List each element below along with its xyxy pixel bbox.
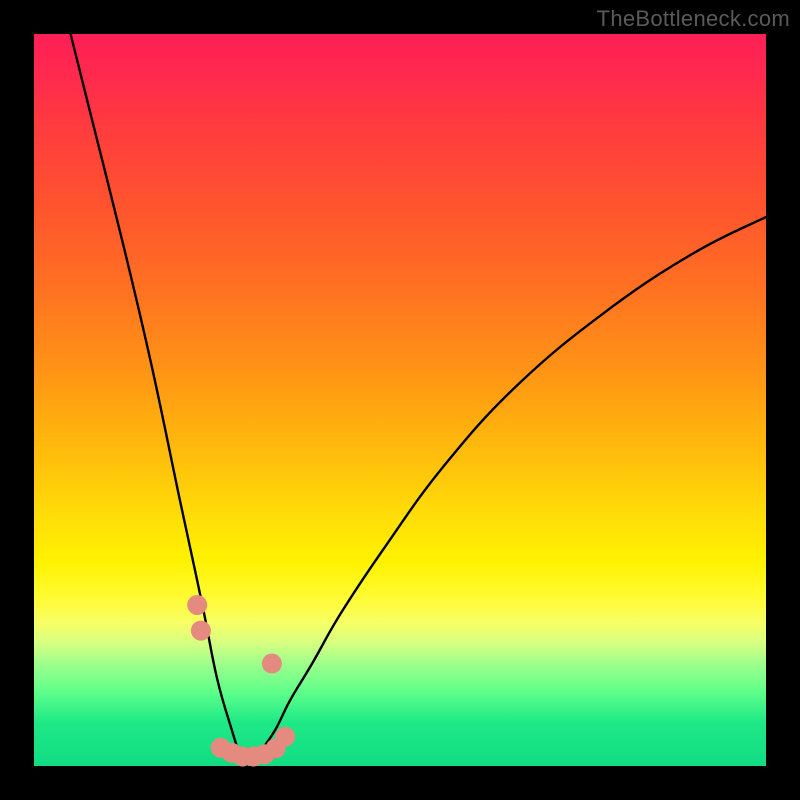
curve-layer <box>34 34 766 766</box>
highlight-marker <box>187 595 207 615</box>
chart-frame: TheBottleneck.com <box>0 0 800 800</box>
highlight-marker <box>275 727 295 747</box>
highlight-marker <box>262 654 282 674</box>
plot-area <box>34 34 766 766</box>
bottleneck-curve-path <box>71 34 766 768</box>
highlight-markers <box>187 595 295 767</box>
highlight-marker <box>191 621 211 641</box>
watermark-text: TheBottleneck.com <box>597 6 790 32</box>
